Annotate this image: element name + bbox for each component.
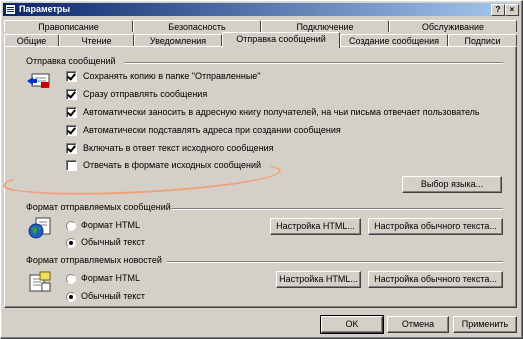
apply-button[interactable]: Применить — [453, 316, 517, 333]
tab-send[interactable]: Отправка сообщений — [222, 32, 340, 48]
save-copy-label[interactable]: Сохранять копию в папке "Отправленные" — [83, 71, 261, 81]
language-button[interactable]: Выбор языка... — [402, 176, 502, 193]
autocomplete-addresses-label[interactable]: Автоматически подставлять адреса при соз… — [83, 125, 341, 135]
help-button[interactable]: ? — [491, 4, 505, 16]
window-title: Параметры — [19, 4, 71, 14]
news-html-label[interactable]: Формат HTML — [81, 273, 140, 283]
options-dialog: Параметры ? × Правописание Безопасность … — [0, 0, 523, 339]
tab-receipts[interactable]: Уведомления — [134, 34, 222, 46]
close-button[interactable]: × — [505, 4, 519, 16]
news-html-settings-button[interactable]: Настройка HTML... — [276, 271, 361, 288]
news-plain-settings-button[interactable]: Настройка обычного текста... — [368, 271, 503, 288]
send-immediately-label[interactable]: Сразу отправлять сообщения — [83, 89, 207, 99]
autocomplete-addresses-checkbox[interactable] — [66, 125, 77, 136]
cancel-button[interactable]: Отмена — [387, 316, 449, 333]
auto-add-recipients-checkbox[interactable] — [66, 107, 77, 118]
tab-general[interactable]: Общие — [4, 34, 59, 46]
news-format-section-label: Формат отправляемых новостей — [26, 255, 162, 265]
divider — [125, 62, 503, 64]
news-format-icon — [28, 271, 52, 293]
auto-add-recipients-label[interactable]: Автоматически заносить в адресную книгу … — [83, 107, 480, 117]
news-plain-label[interactable]: Обычный текст — [81, 291, 145, 301]
tab-security[interactable]: Безопасность — [133, 20, 261, 32]
tab-read[interactable]: Чтение — [59, 34, 134, 46]
mail-html-radio[interactable] — [66, 221, 76, 231]
include-original-label[interactable]: Включать в ответ текст исходного сообщен… — [83, 143, 274, 153]
tab-connection[interactable]: Подключение — [261, 20, 389, 32]
ok-button[interactable]: OK — [320, 315, 384, 334]
divider — [167, 261, 503, 263]
title-bar[interactable]: Параметры ? × — [3, 3, 520, 16]
news-plain-radio[interactable] — [66, 292, 76, 302]
tab-maintenance[interactable]: Обслуживание — [389, 20, 517, 32]
mail-plain-label[interactable]: Обычный текст — [81, 237, 145, 247]
save-copy-checkbox[interactable] — [66, 71, 77, 82]
mail-plain-settings-button[interactable]: Настройка обычного текста... — [368, 218, 503, 235]
divider — [171, 208, 503, 210]
tab-compose[interactable]: Создание сообщения — [340, 34, 448, 46]
mail-format-section-label: Формат отправляемых сообщений — [26, 202, 171, 212]
mail-format-icon — [28, 217, 52, 239]
window-icon — [5, 4, 16, 15]
news-html-radio[interactable] — [66, 274, 76, 284]
send-immediately-checkbox[interactable] — [66, 89, 77, 100]
tab-signatures[interactable]: Подписи — [448, 34, 517, 46]
tab-spelling[interactable]: Правописание — [4, 20, 133, 32]
mail-html-label[interactable]: Формат HTML — [81, 220, 140, 230]
send-mail-icon — [27, 72, 51, 90]
include-original-checkbox[interactable] — [66, 143, 77, 154]
mail-html-settings-button[interactable]: Настройка HTML... — [270, 218, 361, 235]
mail-plain-radio[interactable] — [66, 238, 76, 248]
sending-section-label: Отправка сообщений — [26, 56, 116, 66]
